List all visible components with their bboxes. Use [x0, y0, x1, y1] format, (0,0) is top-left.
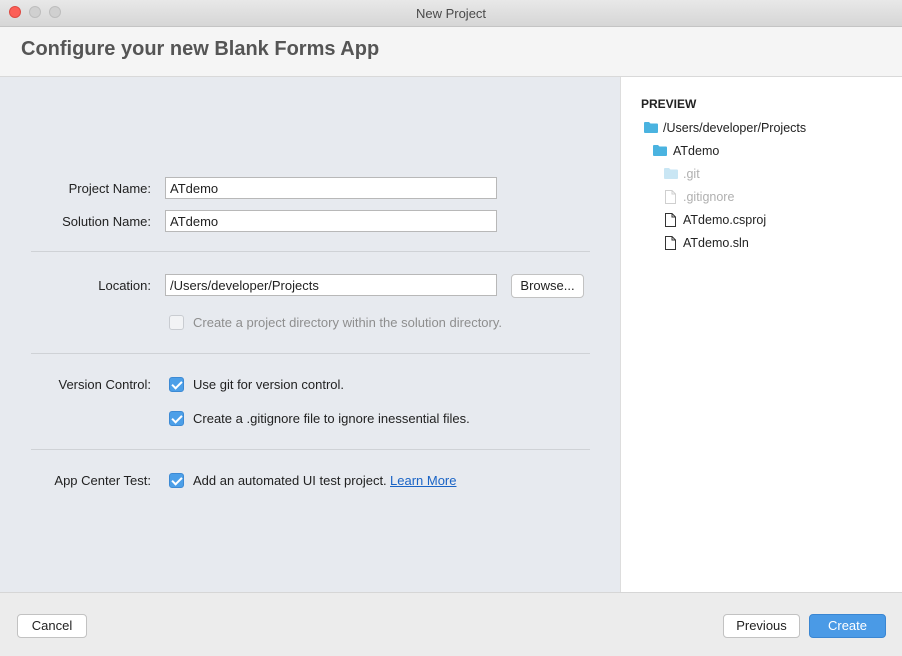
create-button[interactable]: Create — [809, 614, 886, 638]
app-center-test-label: App Center Test: — [54, 473, 151, 488]
use-git-label: Use git for version control. — [193, 377, 345, 392]
tree-item-sln-file: ATdemo.sln — [683, 236, 749, 250]
ui-test-label: Add an automated UI test project. — [193, 473, 387, 488]
solution-name-input[interactable] — [165, 210, 497, 232]
preview-panel: PREVIEW /Users/developer/Projects ATdemo… — [620, 77, 902, 592]
project-name-label: Project Name: — [68, 181, 151, 196]
ui-test-checkbox[interactable] — [169, 473, 184, 488]
gitignore-checkbox[interactable] — [169, 411, 184, 426]
new-project-window: New Project Configure your new Blank For… — [0, 0, 902, 656]
browse-button[interactable]: Browse... — [511, 274, 584, 298]
create-directory-checkbox[interactable] — [169, 315, 184, 330]
divider — [31, 449, 590, 450]
create-directory-label: Create a project directory within the so… — [193, 315, 503, 330]
tree-item-gitignore-file: .gitignore — [683, 190, 735, 204]
file-icon — [665, 236, 676, 250]
tree-item-atdemo-folder: ATdemo — [673, 144, 720, 158]
gitignore-label: Create a .gitignore file to ignore iness… — [193, 411, 470, 426]
page-title: Configure your new Blank Forms App — [21, 38, 380, 60]
title-bar[interactable]: New Project — [0, 0, 902, 27]
previous-button[interactable]: Previous — [723, 614, 800, 638]
location-label: Location: — [98, 278, 151, 293]
file-icon — [665, 213, 676, 227]
preview-heading: PREVIEW — [641, 97, 697, 111]
folder-icon — [653, 145, 667, 156]
use-git-checkbox[interactable] — [169, 377, 184, 392]
footer: Cancel Previous Create — [0, 592, 902, 656]
solution-name-label: Solution Name: — [62, 214, 151, 229]
project-name-input[interactable] — [165, 177, 497, 199]
form-panel: Project Name: Solution Name: Location: B… — [0, 77, 620, 592]
header: Configure your new Blank Forms App — [0, 27, 902, 77]
folder-icon — [644, 122, 658, 133]
learn-more-link[interactable]: Learn More — [390, 473, 456, 488]
tree-item-git-folder: .git — [683, 167, 700, 181]
tree-item-csproj-file: ATdemo.csproj — [683, 213, 767, 227]
folder-icon — [664, 168, 678, 179]
file-icon — [665, 190, 676, 204]
window-title: New Project — [415, 6, 487, 21]
divider — [31, 251, 590, 252]
tree-item-projects-folder: /Users/developer/Projects — [663, 121, 807, 135]
divider — [31, 353, 590, 354]
version-control-label: Version Control: — [58, 377, 152, 392]
cancel-button[interactable]: Cancel — [17, 614, 87, 638]
location-input[interactable] — [165, 274, 497, 296]
